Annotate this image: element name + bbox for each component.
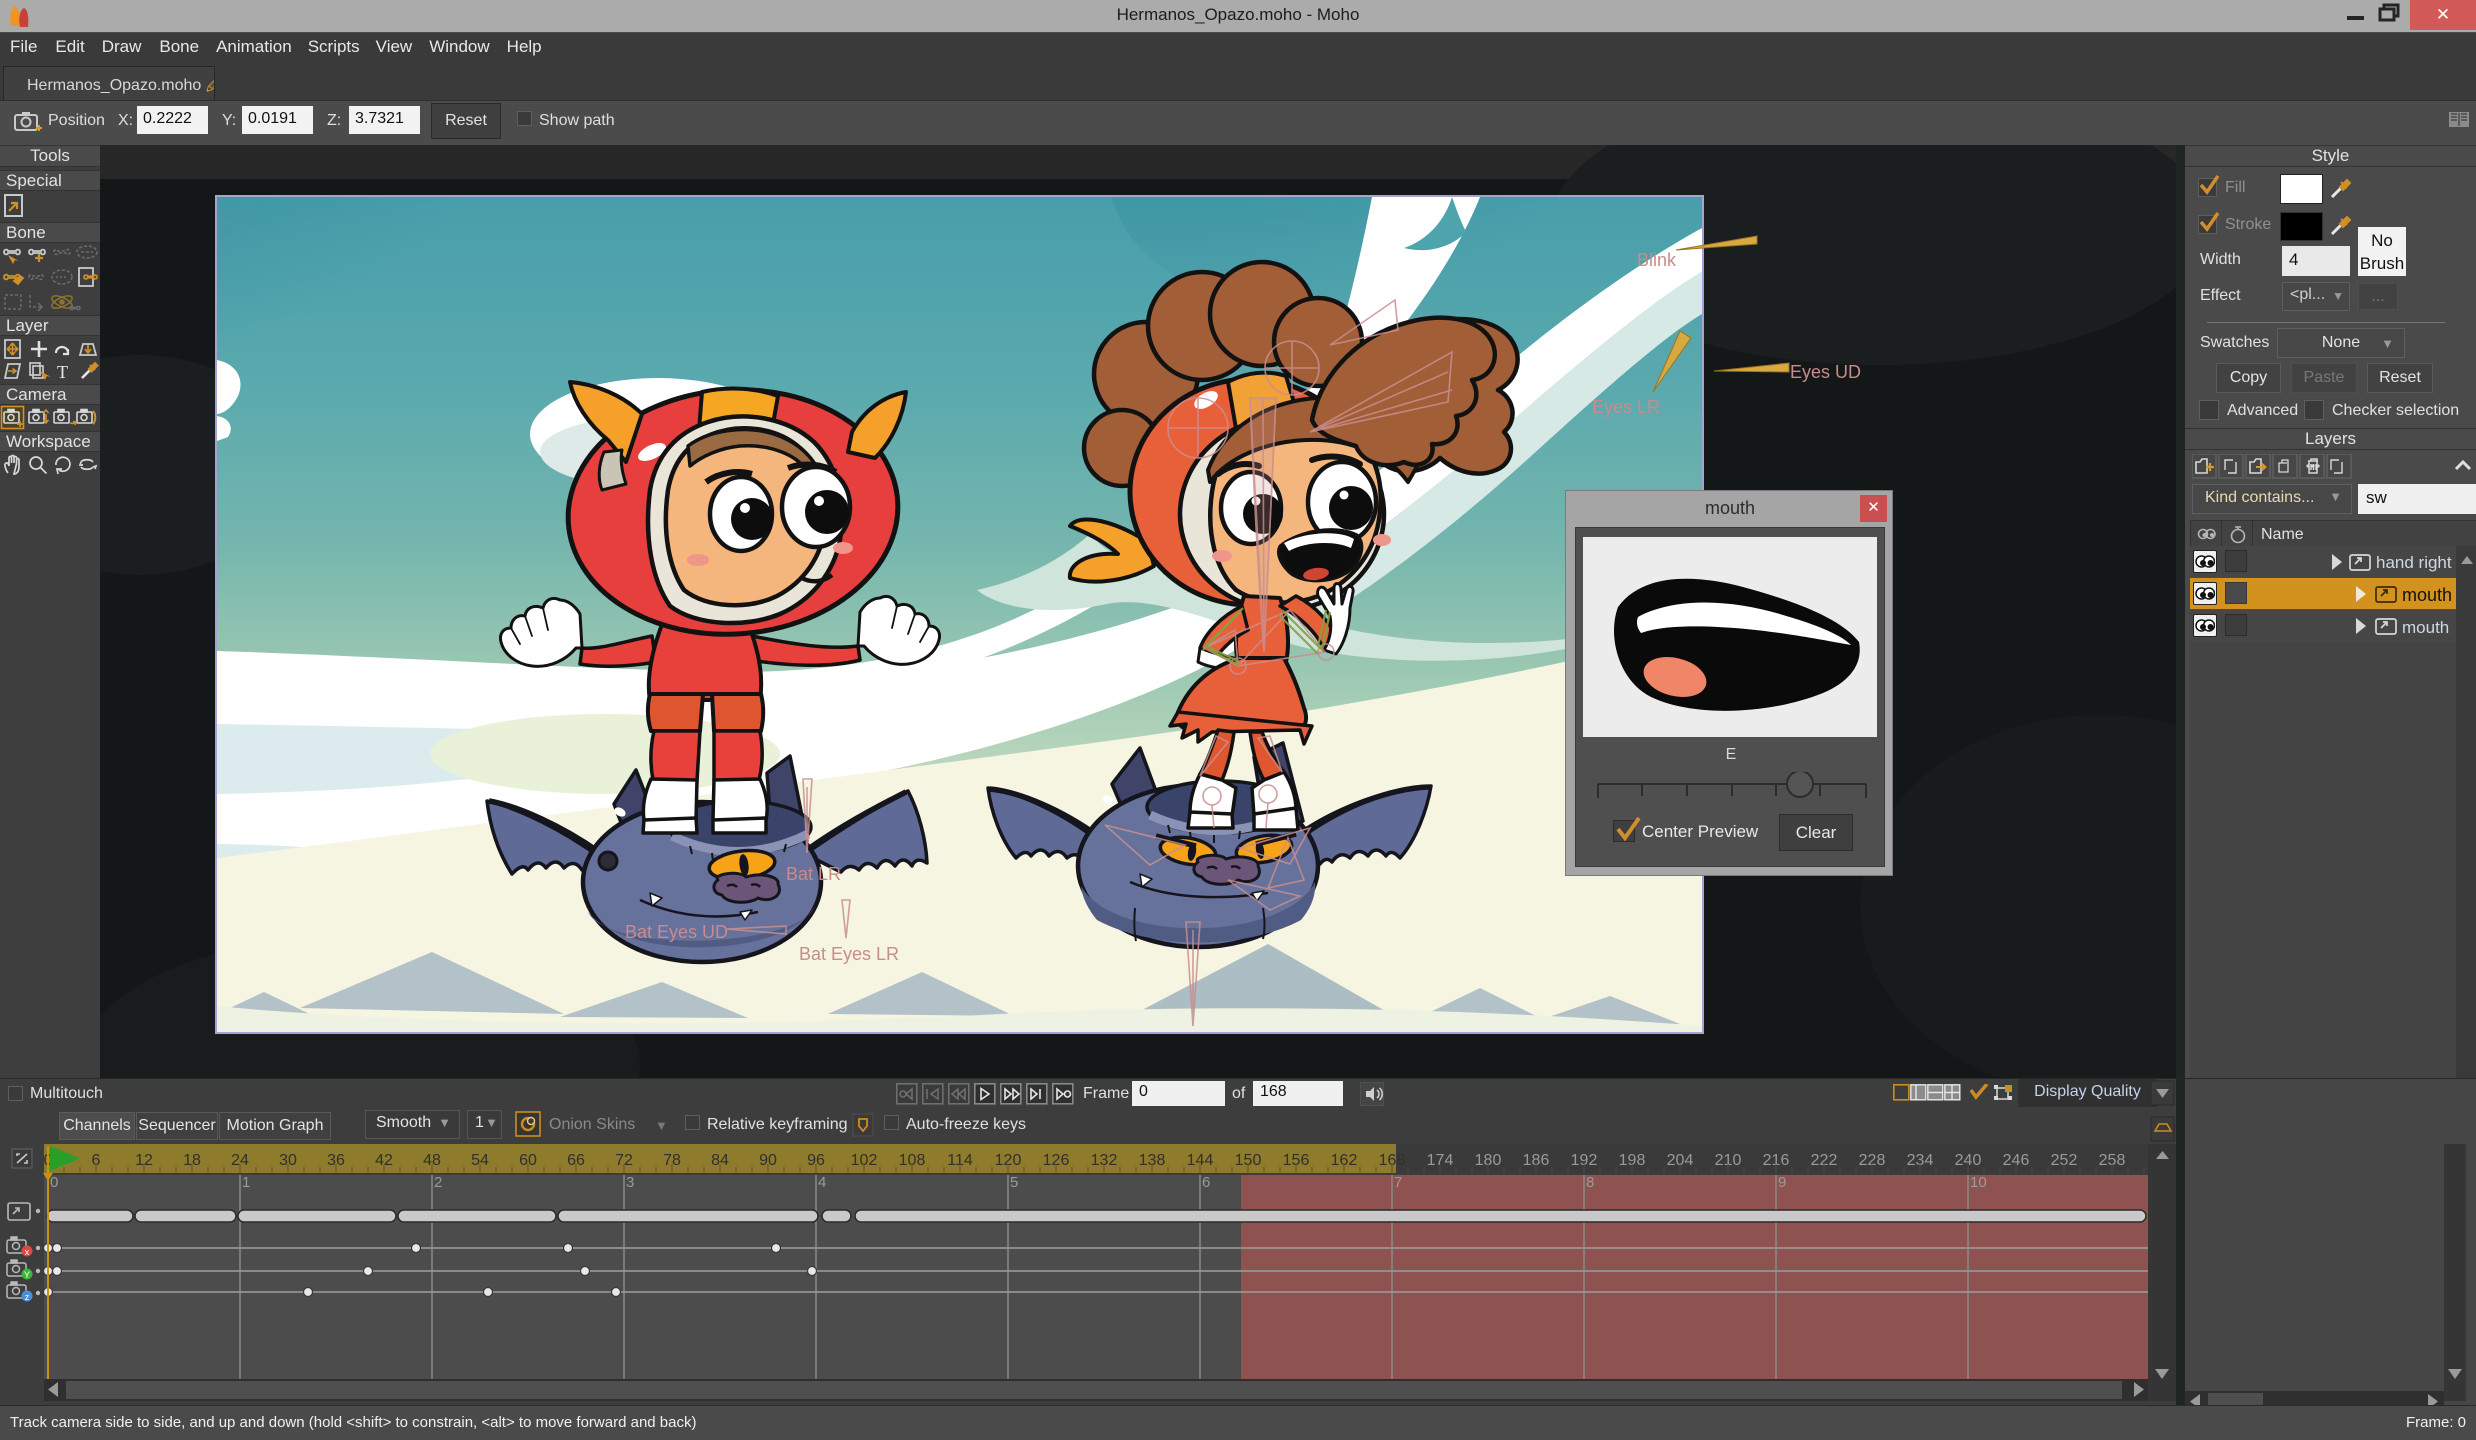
svg-text:6: 6 xyxy=(1202,1174,1210,1191)
svg-text:0: 0 xyxy=(50,1174,58,1191)
svg-text:1: 1 xyxy=(242,1174,250,1191)
svg-text:3: 3 xyxy=(626,1174,634,1191)
svg-text:Y: Y xyxy=(24,1270,30,1280)
svg-text:x: x xyxy=(25,1247,30,1257)
svg-text:z: z xyxy=(25,1292,30,1302)
svg-text:T: T xyxy=(57,362,68,382)
svg-text:4: 4 xyxy=(818,1174,826,1191)
svg-text:5: 5 xyxy=(1010,1174,1018,1191)
svg-text:7: 7 xyxy=(1394,1174,1402,1191)
svg-text:mouth: mouth xyxy=(2402,618,2449,637)
svg-text:10: 10 xyxy=(1970,1174,1987,1191)
svg-text:9: 9 xyxy=(1778,1174,1786,1191)
svg-text:mouth: mouth xyxy=(2402,585,2452,605)
svg-text:8: 8 xyxy=(1586,1174,1594,1191)
svg-text:2: 2 xyxy=(434,1174,442,1191)
svg-text:hand right: hand right xyxy=(2376,553,2452,572)
